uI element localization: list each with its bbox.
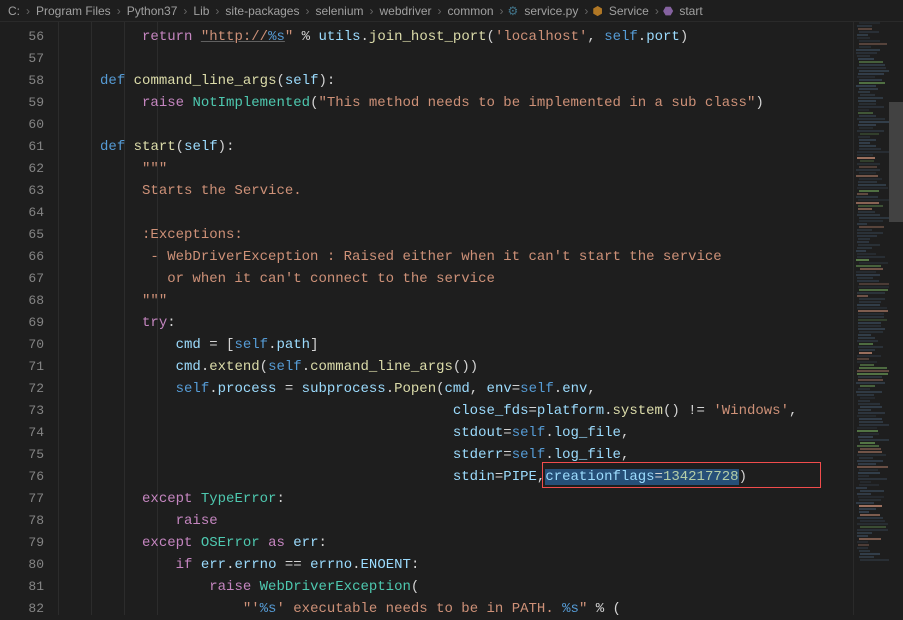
crumb-folder[interactable]: selenium (313, 4, 365, 18)
code-line[interactable]: self.process = subprocess.Popen(cmd, env… (58, 378, 853, 400)
line-number: 79 (0, 532, 44, 554)
line-number: 80 (0, 554, 44, 576)
code-line[interactable]: except OSError as err: (58, 532, 853, 554)
code-line[interactable]: stdout=self.log_file, (58, 422, 853, 444)
line-number: 60 (0, 114, 44, 136)
selection-highlight: creationflags=134217728 (545, 469, 738, 485)
line-number: 61 (0, 136, 44, 158)
breadcrumb-separator-icon: › (366, 4, 378, 18)
line-number: 64 (0, 202, 44, 224)
breadcrumb[interactable]: C:› Program Files› Python37› Lib› site-p… (0, 0, 903, 22)
breadcrumb-separator-icon: › (179, 4, 191, 18)
code-line[interactable]: return "http://%s" % utils.join_host_por… (58, 26, 853, 48)
crumb-folder[interactable]: common (446, 4, 496, 18)
vertical-scrollbar[interactable] (889, 22, 903, 615)
method-icon: ⬣ (663, 4, 673, 18)
code-line[interactable]: Starts the Service. (58, 180, 853, 202)
minimap[interactable]: // minimap lines drawn by loop below (853, 22, 889, 615)
line-number: 71 (0, 356, 44, 378)
line-number: 57 (0, 48, 44, 70)
line-number-gutter: 56 57 58 59 60 61 62 63 64 65 66 67 68 6… (0, 22, 58, 615)
line-number: 74 (0, 422, 44, 444)
code-line[interactable] (58, 202, 853, 224)
code-line[interactable]: cmd = [self.path] (58, 334, 853, 356)
line-number: 69 (0, 312, 44, 334)
breadcrumb-separator-icon: › (496, 4, 508, 18)
line-number: 67 (0, 268, 44, 290)
line-number: 76 (0, 466, 44, 488)
code-line[interactable]: """ (58, 290, 853, 312)
code-line[interactable]: "'%s' executable needs to be in PATH. %s… (58, 598, 853, 615)
crumb-class[interactable]: Service (607, 4, 651, 18)
crumb-method[interactable]: start (677, 4, 704, 18)
line-number: 70 (0, 334, 44, 356)
code-line[interactable]: - WebDriverException : Raised either whe… (58, 246, 853, 268)
code-line[interactable]: raise (58, 510, 853, 532)
line-number: 82 (0, 598, 44, 620)
class-icon: ⬢ (592, 4, 602, 18)
code-line[interactable]: cmd.extend(self.command_line_args()) (58, 356, 853, 378)
code-line[interactable] (58, 48, 853, 70)
line-number: 66 (0, 246, 44, 268)
code-line[interactable]: stdin=PIPE,creationflags=134217728) (58, 466, 853, 488)
breadcrumb-separator-icon: › (301, 4, 313, 18)
code-line[interactable]: :Exceptions: (58, 224, 853, 246)
crumb-file[interactable]: service.py (522, 4, 580, 18)
line-number: 62 (0, 158, 44, 180)
crumb-folder[interactable]: webdriver (378, 4, 434, 18)
line-number: 59 (0, 92, 44, 114)
breadcrumb-separator-icon: › (651, 4, 663, 18)
code-line[interactable]: raise NotImplemented("This method needs … (58, 92, 853, 114)
line-number: 72 (0, 378, 44, 400)
crumb-folder[interactable]: Program Files (34, 4, 113, 18)
code-line[interactable]: except TypeError: (58, 488, 853, 510)
breadcrumb-separator-icon: › (580, 4, 592, 18)
code-line[interactable]: if err.errno == errno.ENOENT: (58, 554, 853, 576)
code-line[interactable] (58, 114, 853, 136)
code-content[interactable]: return "http://%s" % utils.join_host_por… (58, 22, 853, 615)
editor[interactable]: 56 57 58 59 60 61 62 63 64 65 66 67 68 6… (0, 22, 903, 615)
code-line[interactable]: """ (58, 158, 853, 180)
code-line[interactable]: def command_line_args(self): (58, 70, 853, 92)
line-number: 77 (0, 488, 44, 510)
line-number: 78 (0, 510, 44, 532)
line-number: 73 (0, 400, 44, 422)
crumb-drive[interactable]: C: (6, 4, 22, 18)
crumb-folder[interactable]: Lib (191, 4, 211, 18)
line-number: 81 (0, 576, 44, 598)
scrollbar-thumb[interactable] (889, 102, 903, 222)
code-line[interactable]: or when it can't connect to the service (58, 268, 853, 290)
line-number: 68 (0, 290, 44, 312)
breadcrumb-separator-icon: › (434, 4, 446, 18)
line-number: 75 (0, 444, 44, 466)
code-line[interactable]: stderr=self.log_file, (58, 444, 853, 466)
breadcrumb-separator-icon: › (22, 4, 34, 18)
breadcrumb-separator-icon: › (113, 4, 125, 18)
code-line[interactable]: def start(self): (58, 136, 853, 158)
line-number: 65 (0, 224, 44, 246)
line-number: 63 (0, 180, 44, 202)
crumb-folder[interactable]: site-packages (223, 4, 301, 18)
line-number: 58 (0, 70, 44, 92)
python-file-icon: ⚙ (508, 4, 519, 18)
code-line[interactable]: close_fds=platform.system() != 'Windows'… (58, 400, 853, 422)
code-line[interactable]: try: (58, 312, 853, 334)
code-line[interactable]: raise WebDriverException( (58, 576, 853, 598)
breadcrumb-separator-icon: › (211, 4, 223, 18)
crumb-folder[interactable]: Python37 (125, 4, 180, 18)
line-number: 56 (0, 26, 44, 48)
